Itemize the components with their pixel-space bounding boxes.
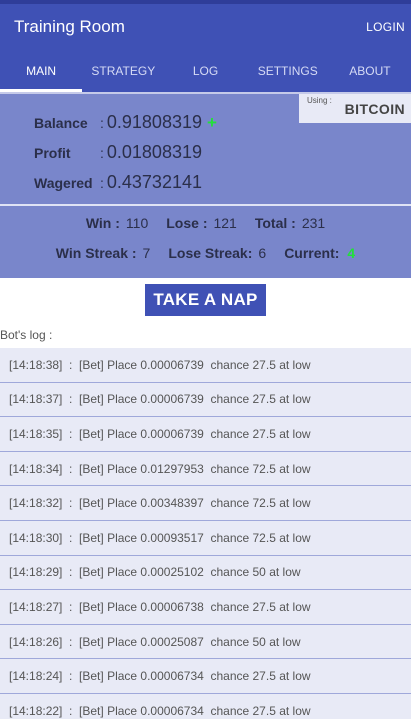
total-value: 231 (301, 215, 326, 231)
total-label: Total : (254, 215, 296, 231)
lose-label: Lose : (166, 215, 208, 231)
log-entry: [14:18:27] : [Bet] Place 0.00006738 chan… (0, 590, 411, 625)
wagered-row: Wagered : 0.43732141 (34, 172, 202, 193)
log-entry: [14:18:26] : [Bet] Place 0.00025087 chan… (0, 624, 411, 660)
win-streak-value: 7 (142, 245, 151, 261)
balance-value: 0.91808319 (106, 112, 202, 132)
log-entry: [14:18:34] : [Bet] Place 0.01297953 chan… (0, 451, 411, 487)
nap-button-container: TAKE A NAP (0, 278, 411, 322)
tab-about[interactable]: ABOUT (329, 50, 411, 92)
app-bar: Training Room LOGIN (0, 4, 411, 50)
log-entry: [14:18:38] : [Bet] Place 0.00006739 chan… (0, 348, 411, 383)
streak-row: Win Streak : 7 Lose Streak: 6 Current: 4 (0, 245, 411, 261)
tab-bar: MAIN STRATEGY LOG SETTINGS ABOUT (0, 50, 411, 92)
currency-selector[interactable]: Using : BITCOIN (299, 94, 411, 123)
profit-label: Profit (34, 145, 71, 161)
log-entry: [14:18:30] : [Bet] Place 0.00093517 chan… (0, 520, 411, 556)
log-entry: [14:18:24] : [Bet] Place 0.00006734 chan… (0, 659, 411, 694)
login-button[interactable]: LOGIN (366, 20, 405, 34)
tab-log[interactable]: LOG (164, 50, 246, 92)
win-streak-label: Win Streak : (55, 245, 137, 261)
current-streak-value: 4 (347, 245, 356, 261)
tab-strategy[interactable]: STRATEGY (82, 50, 164, 92)
log-entry: [14:18:29] : [Bet] Place 0.00025102 chan… (0, 555, 411, 591)
log-entry: [14:18:37] : [Bet] Place 0.00006739 chan… (0, 382, 411, 418)
lose-streak-value: 6 (258, 245, 267, 261)
using-label: Using : (307, 96, 332, 105)
bot-log-list[interactable]: [14:18:38] : [Bet] Place 0.00006739 chan… (0, 348, 411, 719)
wagered-colon: : (100, 175, 104, 191)
win-value: 110 (125, 215, 149, 231)
log-entry: [14:18:22] : [Bet] Place 0.00006734 chan… (0, 693, 411, 719)
win-lose-total-row: Win : 110 Lose : 121 Total : 231 (0, 215, 411, 231)
wagered-label: Wagered (34, 175, 93, 191)
bet-counts-panel: Win : 110 Lose : 121 Total : 231 Win Str… (0, 206, 411, 278)
balance-increase-icon: + (207, 113, 217, 132)
wagered-value: 0.43732141 (106, 172, 202, 192)
balance-row: Balance : 0.91808319 + (34, 112, 217, 133)
lose-value: 121 (213, 215, 237, 231)
app-title: Training Room (14, 17, 125, 36)
tab-main[interactable]: MAIN (0, 50, 83, 92)
win-label: Win : (85, 215, 120, 231)
profit-colon: : (100, 145, 104, 161)
balance-colon: : (100, 115, 104, 131)
profit-row: Profit : 0.01808319 (34, 142, 202, 163)
tab-settings[interactable]: SETTINGS (247, 50, 329, 92)
profit-value: 0.01808319 (106, 142, 202, 162)
log-entry: [14:18:32] : [Bet] Place 0.00348397 chan… (0, 486, 411, 521)
lose-streak-label: Lose Streak: (168, 245, 253, 261)
take-a-nap-button[interactable]: TAKE A NAP (145, 284, 266, 316)
balance-panel: Using : BITCOIN Balance : 0.91808319 + P… (0, 94, 411, 204)
balance-label: Balance (34, 115, 88, 131)
current-label: Current: (284, 245, 340, 261)
bot-log-title: Bot's log : (0, 328, 53, 342)
currency-value: BITCOIN (344, 101, 405, 117)
log-entry: [14:18:35] : [Bet] Place 0.00006739 chan… (0, 417, 411, 452)
